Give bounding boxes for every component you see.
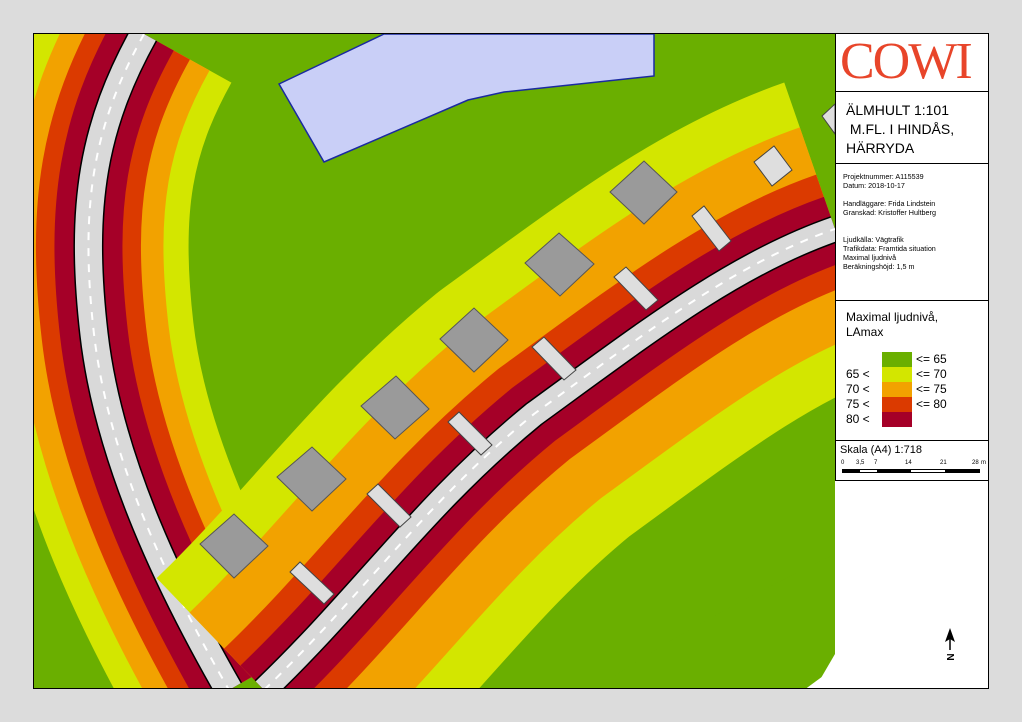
meta-section: Projektnummer: A115539 Datum: 2018-10-17…: [836, 164, 988, 301]
legend-row: 75 < <= 80: [846, 397, 986, 413]
info-panel: COWI ÄLMHULT 1:101 M.FL. I HINDÅS, HÄRRY…: [835, 33, 988, 481]
noise-map: [34, 34, 835, 688]
legend-subtitle: LAmax: [846, 325, 884, 339]
legend-title: Maximal ljudnivå,: [846, 310, 939, 324]
legend-section: Maximal ljudnivå, LAmax <= 65 65 < <= 70…: [836, 301, 988, 441]
scale-section: Skala (A4) 1:718 0 3,5 7 14 21 28 m: [836, 441, 988, 481]
noise-source: Ljudkälla: Vägtrafik: [843, 235, 904, 244]
scale-tick: 3,5: [856, 460, 865, 466]
scale-title: Skala (A4) 1:718: [840, 444, 922, 456]
legend-high: <= 70: [916, 367, 947, 381]
legend-swatch: [882, 352, 912, 367]
map-title-line-3: HÄRRYDA: [846, 140, 915, 156]
legend-row: 70 < <= 75: [846, 382, 986, 398]
scale-segment: [945, 470, 979, 472]
scale-unit: m: [981, 460, 986, 466]
map-title-line-1: ÄLMHULT 1:101: [846, 102, 949, 118]
legend-swatch: [882, 367, 912, 382]
date: Datum: 2018-10-17: [843, 181, 905, 190]
title-section: ÄLMHULT 1:101 M.FL. I HINDÅS, HÄRRYDA: [836, 92, 988, 164]
traffic-data: Trafikdata: Framtida situation: [843, 244, 936, 253]
reviewer: Granskad: Kristoffer Hultberg: [843, 208, 936, 217]
calc-height: Beräkningshöjd: 1,5 m: [843, 262, 915, 271]
level-type: Maximal ljudnivå: [843, 253, 897, 262]
scale-segment: [843, 470, 860, 472]
scale-tick: 21: [940, 460, 947, 466]
legend-low: 70 <: [846, 382, 870, 396]
legend-row: 80 <: [846, 412, 986, 428]
handler: Handläggare: Frida Lindstein: [843, 199, 936, 208]
north-label: N: [946, 653, 957, 660]
legend-swatch: [882, 412, 912, 427]
scale-segment: [877, 470, 911, 472]
legend-swatch: [882, 382, 912, 397]
legend-low: 80 <: [846, 412, 870, 426]
legend-high: <= 80: [916, 397, 947, 411]
legend-low: 75 <: [846, 397, 870, 411]
cowi-logo: COWI: [840, 33, 973, 90]
scale-tick: 7: [874, 460, 878, 466]
map-sheet: N COWI ÄLMHULT 1:101 M.FL. I HINDÅS, HÄR…: [33, 33, 989, 689]
legend-high: <= 75: [916, 382, 947, 396]
map-title-line-2: M.FL. I HINDÅS,: [846, 121, 955, 137]
scale-tick: 28: [972, 460, 979, 466]
scale-tick: 14: [905, 460, 912, 466]
legend-low: 65 <: [846, 367, 870, 381]
scale-tick: 0: [841, 460, 845, 466]
project-number: Projektnummer: A115539: [843, 172, 924, 181]
legend-row: <= 65: [846, 352, 986, 368]
logo-section: COWI: [836, 33, 988, 92]
legend-row: 65 < <= 70: [846, 367, 986, 383]
legend-high: <= 65: [916, 352, 947, 366]
legend-swatch: [882, 397, 912, 412]
north-arrow-icon: N: [945, 628, 957, 661]
scale-bar: [842, 469, 980, 473]
